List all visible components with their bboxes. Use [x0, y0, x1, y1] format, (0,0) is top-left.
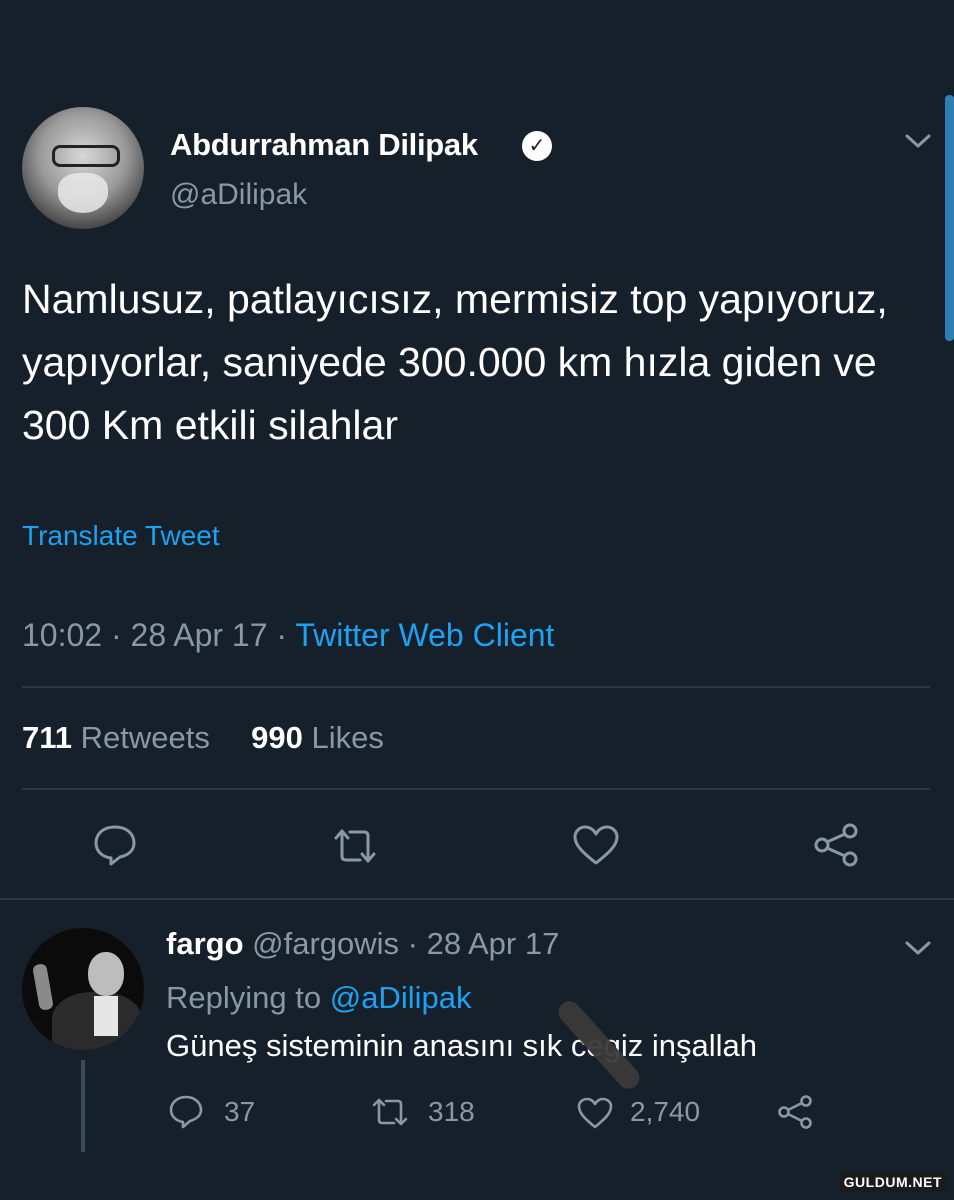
section-divider	[0, 898, 954, 900]
author-handle[interactable]: @aDilipak	[170, 178, 307, 212]
avatar-shirt	[94, 996, 118, 1036]
translate-tweet-link[interactable]: Translate Tweet	[22, 520, 220, 552]
chevron-down-icon[interactable]	[903, 131, 933, 151]
retweet-icon[interactable]	[330, 826, 380, 866]
verified-badge-icon: ✓	[522, 131, 552, 161]
chevron-down-icon[interactable]	[903, 938, 933, 958]
replying-to-mention[interactable]: @aDilipak	[330, 980, 472, 1015]
retweets-label: Retweets	[80, 720, 210, 755]
tweet-client[interactable]: Twitter Web Client	[295, 617, 554, 653]
tweet-meta: 10:02 · 28 Apr 17 · Twitter Web Client	[22, 617, 554, 654]
likes-count: 990	[251, 720, 303, 755]
tweet-date[interactable]: 28 Apr 17	[131, 617, 268, 653]
author-avatar[interactable]	[22, 107, 144, 229]
reply-author-handle[interactable]: @fargowis	[252, 926, 399, 961]
share-icon[interactable]	[776, 1094, 814, 1130]
divider	[22, 788, 930, 790]
avatar-beard	[58, 173, 108, 213]
likes-stat[interactable]: 990 Likes	[251, 720, 384, 755]
replying-to-label: Replying to	[166, 980, 322, 1015]
reply-count: 37	[224, 1096, 256, 1127]
watermark: GULDUM.NET	[839, 1172, 946, 1192]
thread-line	[81, 1060, 85, 1152]
replying-to: Replying to @aDilipak	[166, 980, 471, 1016]
avatar-head	[88, 952, 124, 996]
tweet-text: Namlusuz, patlayıcısız, mermisiz top yap…	[22, 276, 888, 448]
reply-header: fargo @fargowis · 28 Apr 17	[166, 926, 559, 962]
reply-date[interactable]: · 28 Apr 17	[408, 926, 560, 961]
meta-separator: ·	[110, 617, 122, 653]
like-icon[interactable]	[576, 1096, 614, 1130]
like-icon[interactable]	[572, 824, 620, 866]
reply-text: Güneş sisteminin anasını sık cegiz inşal…	[166, 1028, 758, 1063]
author-name[interactable]: Abdurrahman Dilipak	[170, 127, 478, 163]
avatar-arm	[32, 963, 54, 1011]
reply-like-count: 2,740	[630, 1096, 701, 1127]
reply-icon[interactable]	[92, 823, 138, 867]
reply-author-avatar[interactable]	[22, 928, 144, 1050]
reply-author-name[interactable]: fargo	[166, 926, 244, 961]
retweets-stat[interactable]: 711 Retweets	[22, 720, 210, 755]
reply-retweet-count: 318	[428, 1096, 475, 1127]
retweet-icon[interactable]	[370, 1096, 410, 1128]
divider	[22, 686, 930, 688]
meta-separator: ·	[276, 617, 288, 653]
reply-icon[interactable]	[168, 1094, 204, 1130]
engagement-stats: 711 Retweets 990 Likes	[22, 720, 384, 756]
avatar-glasses	[52, 145, 120, 167]
likes-label: Likes	[311, 720, 384, 755]
scrollbar[interactable]	[945, 95, 954, 341]
retweets-count: 711	[22, 720, 73, 755]
share-icon[interactable]	[812, 822, 860, 868]
tweet-time: 10:02	[22, 617, 103, 653]
